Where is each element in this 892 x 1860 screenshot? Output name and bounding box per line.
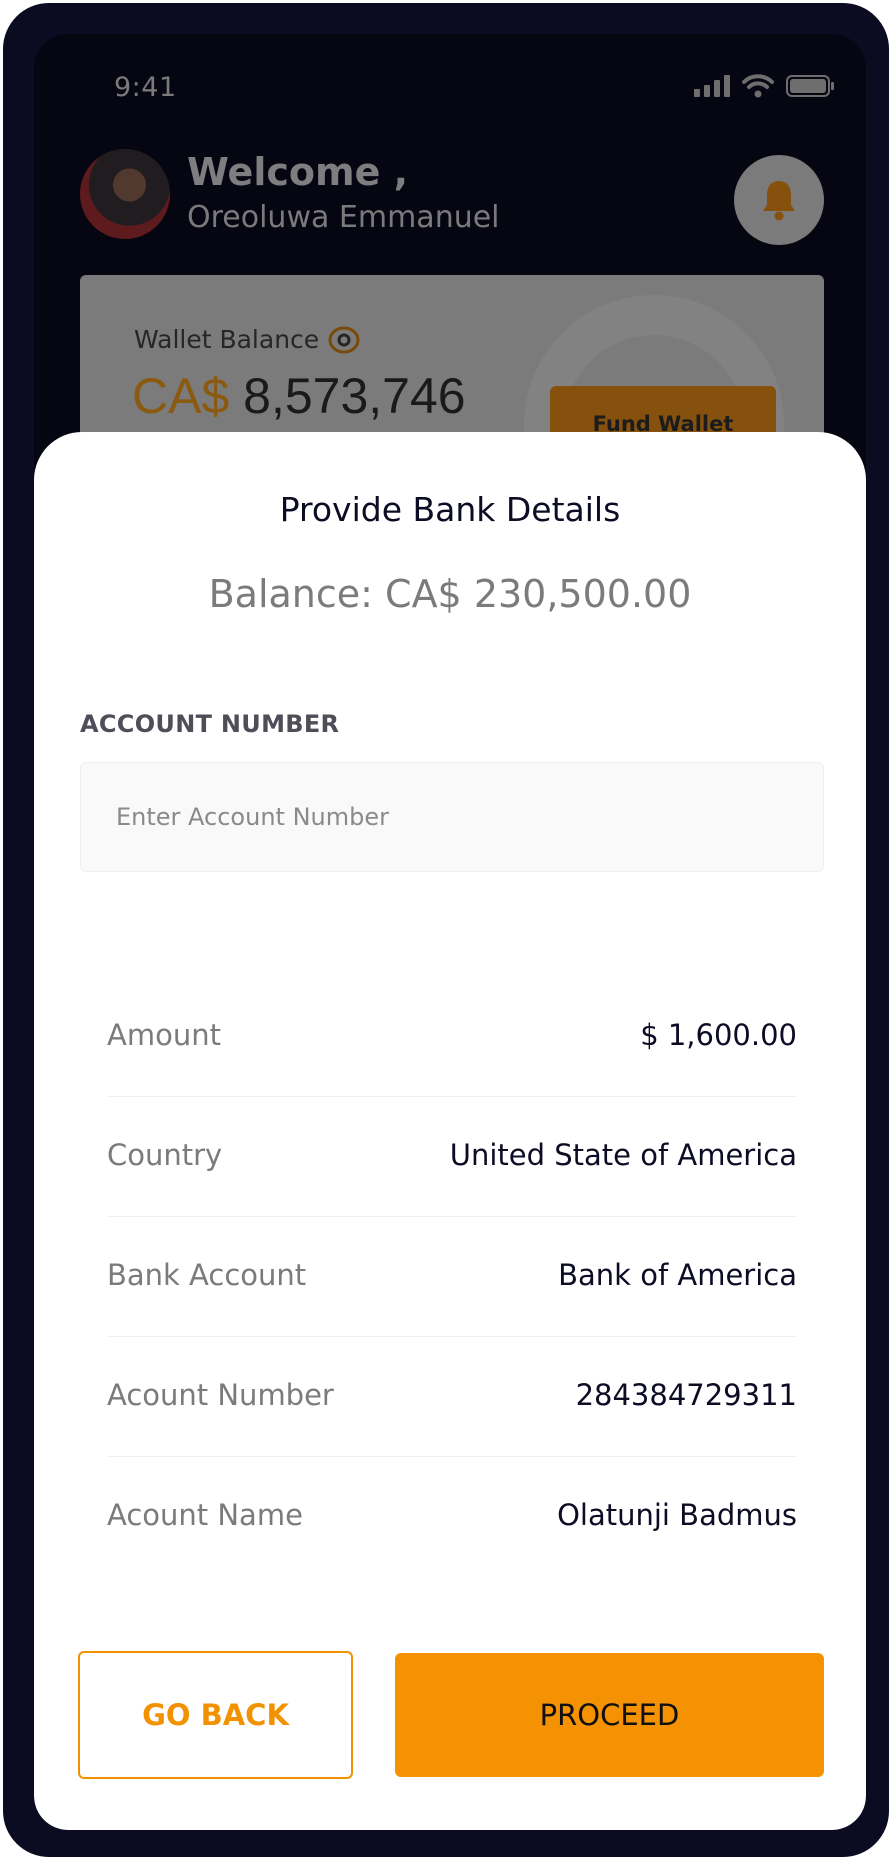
detail-row-country: Country United State of America [107,1097,797,1217]
detail-label: Acount Number [107,1377,334,1412]
detail-row-account-number: Acount Number 284384729311 [107,1337,797,1457]
sheet-balance: Balance: CA$ 230,500.00 [208,572,692,616]
battery-icon [786,75,834,97]
bell-icon [763,181,795,221]
device-frame: 9:41 Welcome , Oreoluwa Emmanuel Wallet … [3,3,889,1857]
wifi-icon [742,74,774,98]
wallet-currency: CA$ [132,368,230,424]
detail-label: Acount Name [107,1498,303,1532]
wallet-amount-value: 8,573,746 [243,368,466,424]
detail-row-amount: Amount $ 1,600.00 [107,977,797,1097]
detail-value: Olatunji Badmus [557,1498,797,1532]
welcome-text: Welcome , [187,150,409,194]
sheet-title: Provide Bank Details [279,490,621,529]
proceed-button[interactable]: PROCEED [395,1653,824,1777]
detail-label: Bank Account [107,1257,307,1292]
status-time: 9:41 [114,72,177,103]
user-avatar[interactable] [80,149,170,239]
wallet-balance-amount: CA$ 8,573,746 [132,367,466,425]
detail-label: Country [107,1137,223,1172]
account-number-label: ACCOUNT NUMBER [80,710,340,738]
eye-icon[interactable] [328,325,360,355]
status-icons [694,74,836,98]
go-back-button[interactable]: GO BACK [78,1651,353,1779]
bank-details-sheet: Provide Bank Details Balance: CA$ 230,50… [34,432,866,1830]
detail-label: Amount [107,1017,221,1052]
detail-value: $ 1,600.00 [640,1017,797,1052]
transfer-details: Amount $ 1,600.00 Country United State o… [107,977,797,1577]
notifications-button[interactable] [734,155,824,245]
detail-value: United State of America [449,1137,797,1172]
account-number-input[interactable] [80,762,824,872]
user-name: Oreoluwa Emmanuel [187,200,500,235]
phone-screen: 9:41 Welcome , Oreoluwa Emmanuel Wallet … [34,34,866,1830]
detail-row-bank-account: Bank Account Bank of America [107,1217,797,1337]
detail-value: 284384729311 [575,1377,797,1412]
cellular-signal-icon [694,75,730,97]
detail-row-account-name: Acount Name Olatunji Badmus [107,1457,797,1577]
detail-value: Bank of America [558,1257,797,1292]
wallet-balance-label: Wallet Balance [134,325,320,354]
